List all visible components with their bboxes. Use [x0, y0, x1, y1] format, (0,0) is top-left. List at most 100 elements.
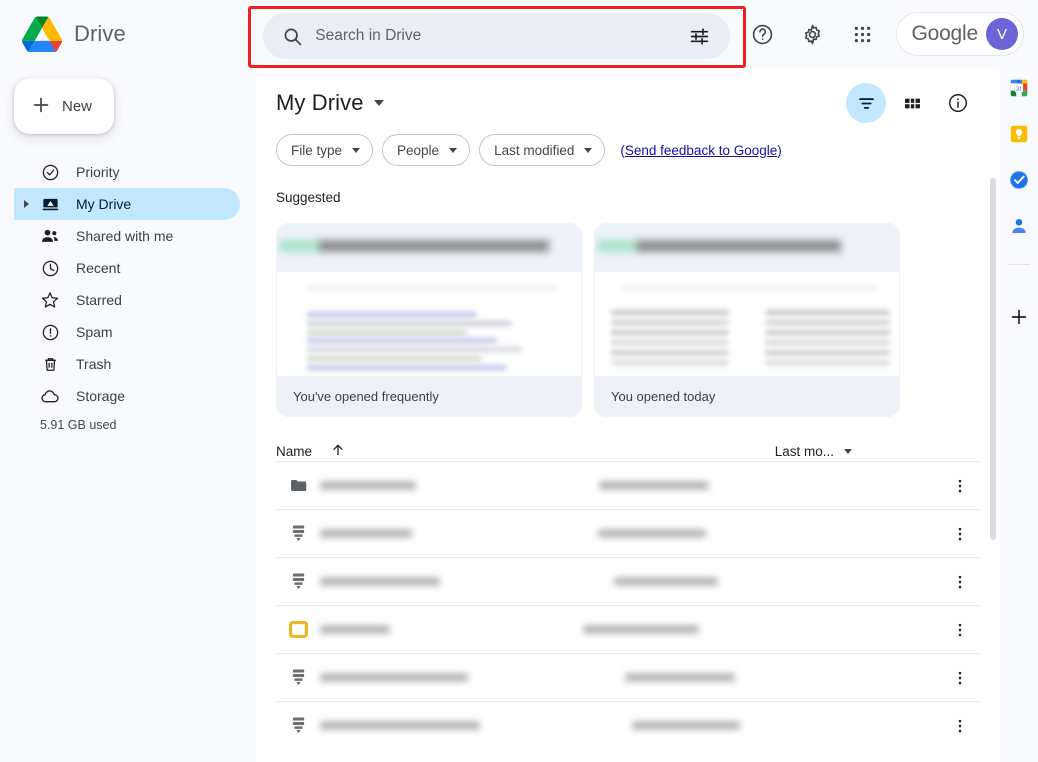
chip-label: File type — [291, 143, 342, 158]
more-vertical-icon[interactable] — [940, 658, 980, 698]
chevron-down-icon — [449, 148, 457, 153]
plus-icon — [30, 94, 52, 119]
redacted-line — [765, 330, 890, 335]
redacted-title — [597, 240, 841, 252]
my-drive-icon — [40, 194, 60, 214]
google-keep-icon[interactable] — [1007, 122, 1031, 146]
column-modified-label: Last mo... — [775, 444, 834, 459]
sidebar-item-label: Shared with me — [76, 228, 173, 244]
table-row[interactable] — [276, 557, 980, 605]
table-row[interactable] — [276, 701, 980, 749]
column-name-label: Name — [276, 444, 312, 459]
arrow-up-icon[interactable] — [330, 442, 346, 461]
sidebar-item-shared-with-me[interactable]: Shared with me — [14, 220, 240, 252]
document-icon — [276, 525, 320, 542]
gear-icon[interactable] — [792, 14, 832, 54]
chevron-down-icon[interactable] — [374, 100, 384, 106]
column-header-last-modified[interactable]: Last mo... — [775, 444, 852, 459]
google-tasks-icon[interactable] — [1007, 168, 1031, 192]
sidebar-item-label: Spam — [76, 324, 113, 340]
search-input[interactable] — [309, 27, 682, 45]
last-modified-redacted — [632, 721, 740, 730]
folder-icon — [276, 476, 320, 495]
chevron-down-icon — [584, 148, 592, 153]
document-icon — [276, 573, 320, 590]
apps-grid-icon[interactable] — [842, 14, 882, 54]
expand-triangle-icon[interactable] — [24, 200, 29, 208]
tune-options-icon[interactable] — [682, 19, 716, 53]
redacted-line — [611, 330, 729, 335]
info-icon[interactable] — [938, 83, 978, 123]
redacted-line — [765, 320, 890, 325]
chip-file-type[interactable]: File type — [276, 134, 373, 166]
trash-icon — [40, 354, 60, 374]
last-modified-redacted — [614, 577, 718, 586]
redacted-line — [611, 310, 729, 315]
sidebar-item-my-drive[interactable]: My Drive — [14, 188, 240, 220]
more-vertical-icon[interactable] — [940, 466, 980, 506]
sidebar-item-priority[interactable]: Priority — [14, 156, 240, 188]
redacted-line — [765, 350, 890, 355]
table-row[interactable] — [276, 605, 980, 653]
table-row[interactable] — [276, 509, 980, 557]
search-bar[interactable] — [263, 13, 730, 59]
card-label: You've opened frequently — [277, 376, 581, 416]
help-circle-icon[interactable] — [742, 14, 782, 54]
card-thumbnail — [595, 224, 899, 378]
table-row[interactable] — [276, 461, 980, 509]
sidebar-item-starred[interactable]: Starred — [14, 284, 240, 316]
document-icon — [276, 717, 320, 734]
account-chip[interactable]: Google V — [896, 12, 1024, 56]
more-vertical-icon[interactable] — [940, 610, 980, 650]
google-contacts-icon[interactable] — [1007, 214, 1031, 238]
redacted-line — [765, 310, 890, 315]
google-calendar-icon[interactable]: 31 — [1007, 76, 1031, 100]
redacted-line — [307, 356, 482, 361]
last-modified-redacted — [598, 529, 706, 538]
cloud-icon — [40, 386, 60, 406]
file-name-redacted — [320, 577, 440, 586]
suggested-card[interactable]: You've opened frequently — [276, 223, 582, 417]
new-button[interactable]: New — [14, 78, 114, 134]
more-vertical-icon[interactable] — [940, 562, 980, 602]
file-name-redacted — [320, 673, 468, 682]
add-panel-plus-icon[interactable] — [1007, 305, 1031, 329]
suggested-heading: Suggested — [256, 166, 1000, 205]
search-area — [246, 0, 742, 68]
suggested-card[interactable]: You opened today — [594, 223, 900, 417]
redacted-line — [307, 330, 467, 335]
svg-text:31: 31 — [1016, 86, 1023, 92]
redacted-line — [307, 286, 557, 290]
table-row[interactable] — [276, 653, 980, 701]
rail-divider — [1008, 264, 1030, 265]
scrollbar-thumb[interactable] — [990, 178, 996, 540]
chip-last-modified[interactable]: Last modified — [479, 134, 605, 166]
filter-icon[interactable] — [846, 83, 886, 123]
file-name-redacted — [320, 721, 480, 730]
redacted-line — [765, 340, 890, 345]
grid-view-icon[interactable] — [892, 83, 932, 123]
more-vertical-icon[interactable] — [940, 514, 980, 554]
page-title: My Drive — [276, 90, 364, 116]
more-vertical-icon[interactable] — [940, 706, 980, 746]
search-icon[interactable] — [275, 19, 309, 53]
chip-label: Last modified — [494, 143, 574, 158]
sidebar-item-label: Recent — [76, 260, 120, 276]
clock-icon — [40, 258, 60, 278]
right-side-panel: 31 — [1000, 68, 1038, 762]
column-header-name[interactable]: Name — [276, 442, 346, 461]
sidebar-item-spam[interactable]: Spam — [14, 316, 240, 348]
chip-people[interactable]: People — [382, 134, 470, 166]
redacted-line — [611, 340, 729, 345]
sidebar-item-storage[interactable]: Storage — [14, 380, 240, 412]
sidebar-item-recent[interactable]: Recent — [14, 252, 240, 284]
send-feedback: (Send feedback to Google) — [620, 143, 781, 158]
feedback-suffix: ) — [777, 143, 782, 158]
send-feedback-link[interactable]: Send feedback to Google — [625, 143, 777, 158]
brand-name: Drive — [74, 21, 126, 47]
sidebar-item-trash[interactable]: Trash — [14, 348, 240, 380]
last-modified-redacted — [625, 673, 735, 682]
star-icon — [40, 290, 60, 310]
avatar[interactable]: V — [986, 18, 1018, 50]
vertical-scrollbar[interactable] — [990, 178, 996, 654]
